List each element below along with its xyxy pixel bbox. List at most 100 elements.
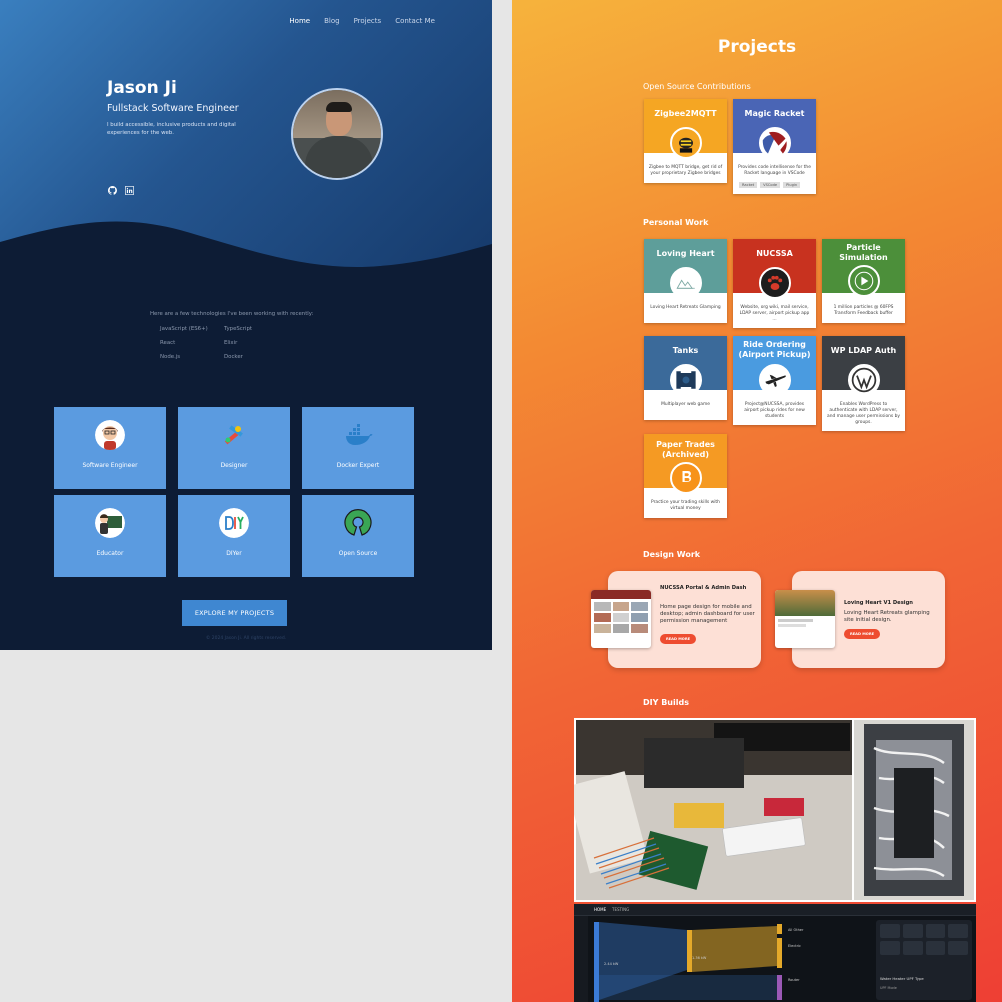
dashboard-tab[interactable]: TESTING (612, 907, 629, 912)
device-tile[interactable] (925, 941, 946, 955)
github-icon[interactable] (107, 180, 117, 195)
project-card-zigbee2mqtt[interactable]: Zigbee2MQTT Zigbee to MQTT bridge, get r… (644, 99, 727, 183)
home-assistant-dashboard: HOME TESTING 2.44 kW All Other Electric … (574, 904, 976, 1002)
paw-logo-icon (758, 267, 791, 299)
nav-projects[interactable]: Projects (354, 17, 382, 25)
card-tags: Racket VSCode Plugin (733, 182, 816, 194)
card-title: Tanks (672, 346, 699, 355)
read-more-button[interactable]: READ MORE (660, 634, 696, 644)
device-tile[interactable] (880, 941, 900, 955)
project-card-magic-racket[interactable]: Magic Racket Provides code intellisense … (733, 99, 816, 194)
project-card-ride-ordering[interactable]: Ride Ordering (Airport Pickup) Project@N… (733, 336, 816, 425)
design-card-nucssa[interactable]: NUCSSA Portal & Admin Dash Home page des… (591, 571, 761, 668)
wordpress-icon (847, 364, 880, 396)
read-more-button[interactable]: READ MORE (844, 629, 880, 639)
design-title: NUCSSA Portal & Admin Dash (660, 585, 747, 591)
footer-text: © 2024 Jason Ji. All rights reserved. (205, 636, 287, 641)
card-header: WP LDAP Auth (822, 336, 905, 396)
skill-tile-software-engineer[interactable]: Software Engineer (54, 407, 166, 489)
skill-tile-label: Software Engineer (82, 462, 138, 469)
explore-projects-button[interactable]: EXPLORE MY PROJECTS (182, 600, 287, 626)
skill-tile-label: Designer (220, 462, 248, 469)
dashboard-tab[interactable]: HOME (594, 907, 606, 912)
diy-desk-photo (566, 720, 974, 900)
loving-heart-logo-icon (669, 267, 702, 299)
diy-photo-collage (566, 718, 976, 902)
dashboard-topbar: HOME TESTING (574, 904, 976, 916)
card-header: Zigbee2MQTT (644, 99, 727, 159)
engineer-avatar-icon (95, 420, 125, 450)
project-card-nucssa[interactable]: NUCSSA Website, org wiki, mail service, … (733, 239, 816, 328)
card-title: Paper Trades (Archived) (656, 440, 715, 459)
personal-work-heading: Personal Work (643, 218, 709, 227)
device-tile[interactable] (902, 941, 923, 955)
tag: VSCode (760, 182, 781, 188)
device-label: Water Heater UPF Type (880, 976, 924, 981)
skill-tile-docker[interactable]: Docker Expert (302, 407, 414, 489)
device-mode: UPF Mode (880, 986, 897, 990)
tech-item: TypeScript (224, 326, 253, 332)
card-title: Ride Ordering (Airport Pickup) (738, 340, 811, 359)
hero-wave (0, 221, 492, 290)
open-source-heading: Open Source Contributions (643, 82, 751, 91)
card-header: NUCSSA (733, 239, 816, 299)
tech-item: Node.js (160, 354, 181, 360)
skill-tile-label: Educator (96, 550, 124, 557)
airplane-icon (758, 364, 791, 396)
nav-home[interactable]: Home (289, 17, 310, 25)
design-card-loving-heart[interactable]: Loving Heart V1 Design Loving Heart Retr… (775, 571, 945, 668)
card-title: WP LDAP Auth (830, 346, 897, 355)
skill-tile-label: Open Source (338, 550, 378, 557)
project-card-loving-heart[interactable]: Loving Heart Loving Heart Retreats Glamp… (644, 239, 727, 323)
device-tile[interactable] (902, 924, 923, 938)
project-card-tanks[interactable]: Tanks Multiplayer web game (644, 336, 727, 420)
tech-item: Elixir (224, 340, 238, 346)
design-tools-icon (224, 425, 243, 445)
card-header: Paper Trades (Archived) (644, 434, 727, 494)
device-tile[interactable] (880, 924, 900, 938)
nav-contact[interactable]: Contact Me (395, 17, 435, 25)
design-thumbnail (591, 590, 651, 648)
skill-tile-designer[interactable]: Designer (178, 407, 290, 489)
card-title: Magic Racket (744, 109, 805, 118)
card-description: Enables WordPress to authenticate with L… (827, 402, 900, 425)
device-tile[interactable] (948, 924, 968, 938)
design-description: Home page design for mobile and desktop;… (660, 604, 755, 624)
skill-tile-open-source[interactable]: Open Source (302, 495, 414, 577)
design-description: Loving Heart Retreats glamping site init… (844, 610, 930, 623)
skill-tile-educator[interactable]: Educator (54, 495, 166, 577)
sankey-value: 1.36 kW (692, 956, 707, 960)
card-title: NUCSSA (756, 249, 793, 258)
skill-tile-diyer[interactable]: DIYer (178, 495, 290, 577)
profile-avatar (291, 88, 383, 180)
card-description: 1 million particles @ 60FPS Transform Fe… (833, 305, 894, 316)
sankey-label: All Other (788, 928, 804, 932)
hero-description: I build accessible, inclusive products a… (107, 122, 236, 136)
project-card-paper-trades[interactable]: Paper Trades (Archived) Practice your tr… (644, 434, 727, 518)
card-title: Particle Simulation (839, 243, 888, 262)
card-header: Magic Racket (733, 99, 816, 159)
design-title: Loving Heart V1 Design (844, 600, 913, 606)
project-card-particle-simulation[interactable]: Particle Simulation 1 million particles … (822, 239, 905, 323)
skill-tile-label: Docker Expert (336, 462, 380, 469)
social-links (107, 180, 135, 196)
racket-logo-icon (758, 127, 791, 159)
device-panel: Water Heater UPF Type UPF Mode (876, 920, 972, 1000)
device-tile[interactable] (948, 941, 968, 955)
diy-builds-heading: DIY Builds (643, 698, 689, 707)
tech-intro: Here are a few technologies I've been wo… (150, 311, 314, 317)
projects-page: Projects Open Source Contributions Zigbe… (512, 0, 1002, 1002)
nav-blog[interactable]: Blog (324, 17, 339, 25)
linkedin-icon[interactable] (124, 180, 135, 196)
card-header: Ride Ordering (Airport Pickup) (733, 336, 816, 396)
project-card-wp-ldap-auth[interactable]: WP LDAP Auth Enables WordPress to authen… (822, 336, 905, 431)
card-header: Tanks (644, 336, 727, 396)
bitcoin-icon (669, 462, 702, 494)
hero-role: Fullstack Software Engineer (107, 103, 239, 114)
tech-list: JavaScript (ES6+) TypeScript React Elixi… (160, 326, 288, 360)
sankey-label: Router (788, 978, 800, 982)
sankey-label: Electric (788, 944, 801, 948)
tech-item: React (160, 340, 176, 346)
device-tile[interactable] (925, 924, 946, 938)
dashboard-sidebar (574, 916, 588, 1002)
